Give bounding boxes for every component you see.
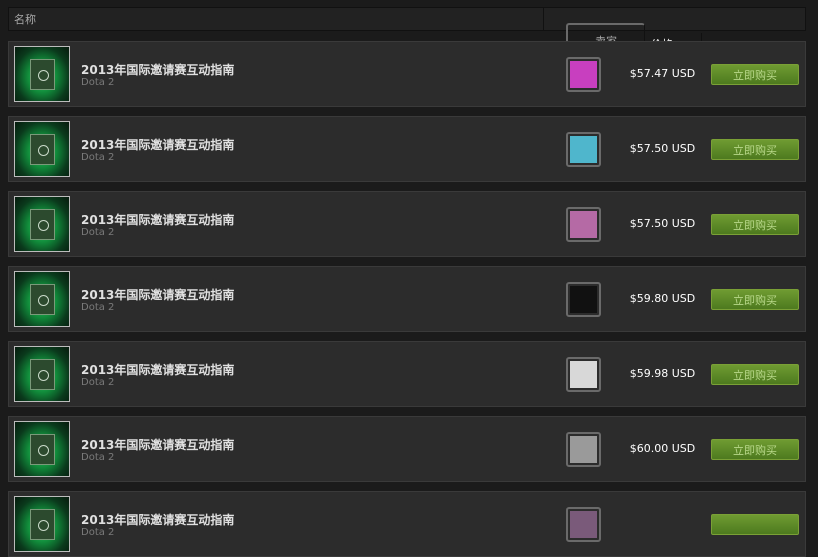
buy-now-button[interactable]: 立即购买 xyxy=(711,364,799,385)
buy-now-button[interactable]: 立即购买 xyxy=(711,439,799,460)
item-price: $57.50 USD xyxy=(629,217,696,230)
listing-row: 2013年国际邀请赛互动指南 Dota 2 $59.80 USD 立即购买 xyxy=(8,266,806,332)
item-image-icon[interactable] xyxy=(14,271,70,327)
buy-now-button[interactable]: 立即购买 xyxy=(711,289,799,310)
item-title[interactable]: 2013年国际邀请赛互动指南 xyxy=(81,211,234,228)
item-image-icon[interactable] xyxy=(14,196,70,252)
item-game: Dota 2 xyxy=(81,77,115,88)
listing-row: 2013年国际邀请赛互动指南 Dota 2 $57.47 USD 立即购买 xyxy=(8,41,806,107)
item-image-icon[interactable] xyxy=(14,421,70,477)
item-game: Dota 2 xyxy=(81,527,115,538)
buy-now-button[interactable] xyxy=(711,514,799,535)
seller-avatar-icon[interactable] xyxy=(566,432,601,467)
item-game: Dota 2 xyxy=(81,452,115,463)
item-title[interactable]: 2013年国际邀请赛互动指南 xyxy=(81,286,234,303)
buy-now-button[interactable]: 立即购买 xyxy=(711,139,799,160)
item-title[interactable]: 2013年国际邀请赛互动指南 xyxy=(81,61,234,78)
seller-avatar-icon[interactable] xyxy=(566,207,601,242)
item-title[interactable]: 2013年国际邀请赛互动指南 xyxy=(81,436,234,453)
seller-avatar-icon[interactable] xyxy=(566,57,601,92)
header-name: 名称 xyxy=(9,8,544,30)
listing-row: 2013年国际邀请赛互动指南 Dota 2 $60.00 USD 立即购买 xyxy=(8,416,806,482)
item-image-icon[interactable] xyxy=(14,121,70,177)
listing-row: 2013年国际邀请赛互动指南 Dota 2 $57.50 USD 立即购买 xyxy=(8,116,806,182)
item-title[interactable]: 2013年国际邀请赛互动指南 xyxy=(81,511,234,528)
seller-avatar-icon[interactable] xyxy=(566,507,601,542)
listings-header: 名称 卖家 价格 xyxy=(8,7,806,58)
item-image-icon[interactable] xyxy=(14,346,70,402)
buy-now-button[interactable]: 立即购买 xyxy=(711,64,799,85)
item-game: Dota 2 xyxy=(81,227,115,238)
item-title[interactable]: 2013年国际邀请赛互动指南 xyxy=(81,136,234,153)
buy-now-button[interactable]: 立即购买 xyxy=(711,214,799,235)
item-price: $57.50 USD xyxy=(629,142,696,155)
item-game: Dota 2 xyxy=(81,302,115,313)
item-price: $60.00 USD xyxy=(629,442,696,455)
item-title[interactable]: 2013年国际邀请赛互动指南 xyxy=(81,361,234,378)
listing-row: 2013年国际邀请赛互动指南 Dota 2 $59.98 USD 立即购买 xyxy=(8,341,806,407)
item-price: $59.80 USD xyxy=(629,292,696,305)
item-game: Dota 2 xyxy=(81,152,115,163)
item-price: $57.47 USD xyxy=(629,67,696,80)
seller-avatar-icon[interactable] xyxy=(566,357,601,392)
listing-row: 2013年国际邀请赛互动指南 Dota 2 xyxy=(8,491,806,557)
item-game: Dota 2 xyxy=(81,377,115,388)
listing-row: 2013年国际邀请赛互动指南 Dota 2 $57.50 USD 立即购买 xyxy=(8,191,806,257)
seller-avatar-icon[interactable] xyxy=(566,282,601,317)
item-price: $59.98 USD xyxy=(629,367,696,380)
item-image-icon[interactable] xyxy=(14,46,70,102)
seller-avatar-icon[interactable] xyxy=(566,132,601,167)
item-image-icon[interactable] xyxy=(14,496,70,552)
